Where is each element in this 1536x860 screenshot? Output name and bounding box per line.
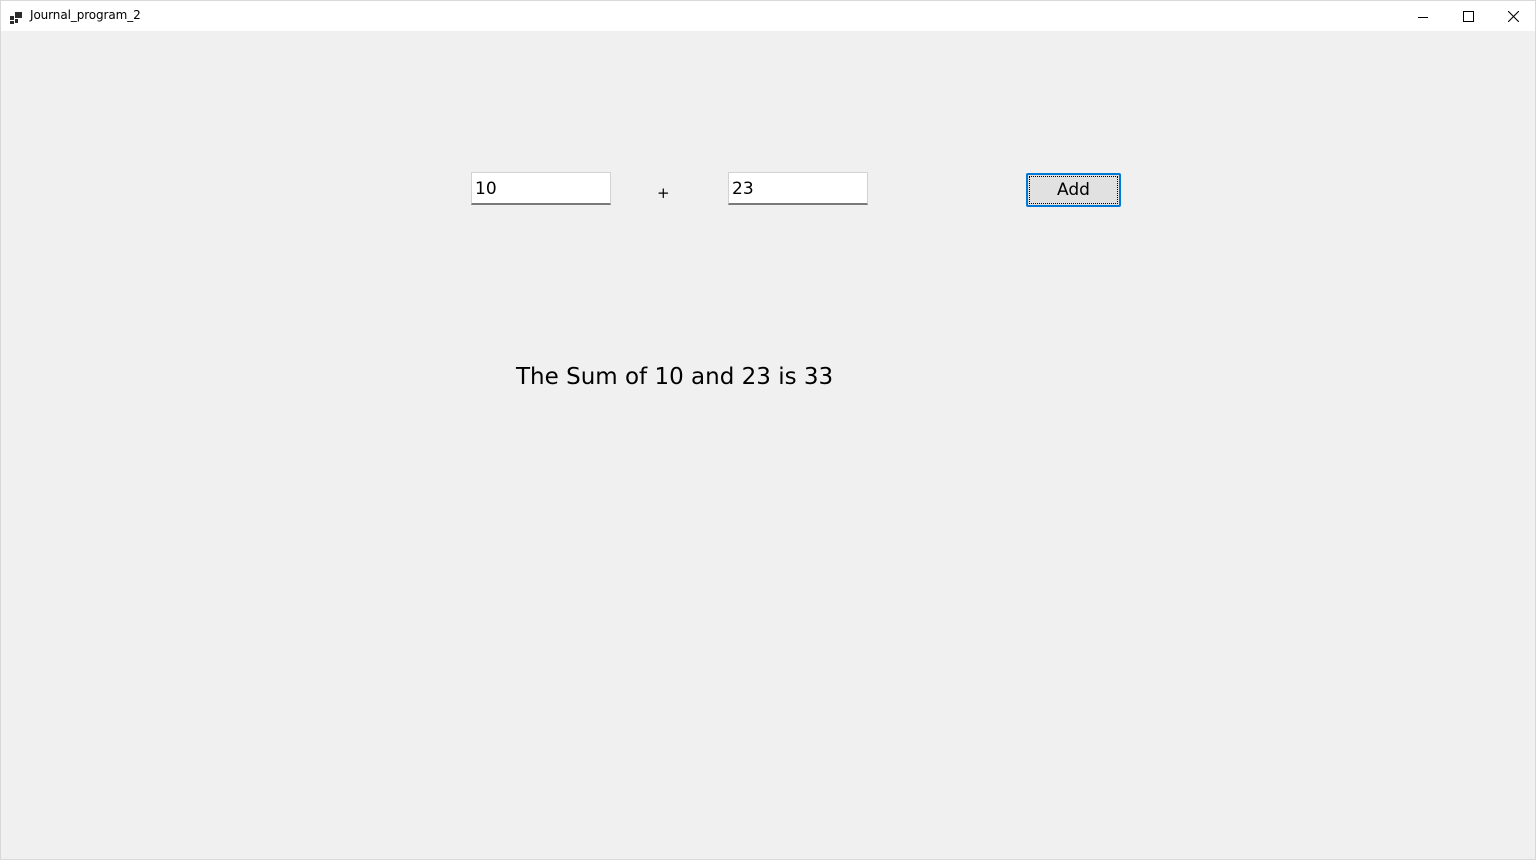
- result-label: The Sum of 10 and 23 is 33: [516, 364, 834, 390]
- minimize-button[interactable]: [1400, 1, 1446, 31]
- minimize-icon: [1418, 7, 1428, 26]
- window-title: Journal_program_2: [30, 8, 141, 22]
- maximize-button[interactable]: [1445, 1, 1491, 31]
- app-icon: [10, 9, 22, 24]
- add-button[interactable]: Add: [1026, 173, 1121, 207]
- close-button[interactable]: [1490, 1, 1536, 31]
- close-icon: [1507, 7, 1519, 26]
- app-window: Journal_program_2 + Add The Sum of 10 an: [0, 0, 1536, 860]
- maximize-icon: [1462, 7, 1474, 26]
- plus-label: +: [657, 184, 670, 202]
- second-number-input[interactable]: [728, 172, 868, 205]
- first-number-input[interactable]: [471, 172, 611, 205]
- client-area: + Add The Sum of 10 and 23 is 33: [1, 31, 1535, 859]
- title-bar[interactable]: Journal_program_2: [1, 1, 1535, 31]
